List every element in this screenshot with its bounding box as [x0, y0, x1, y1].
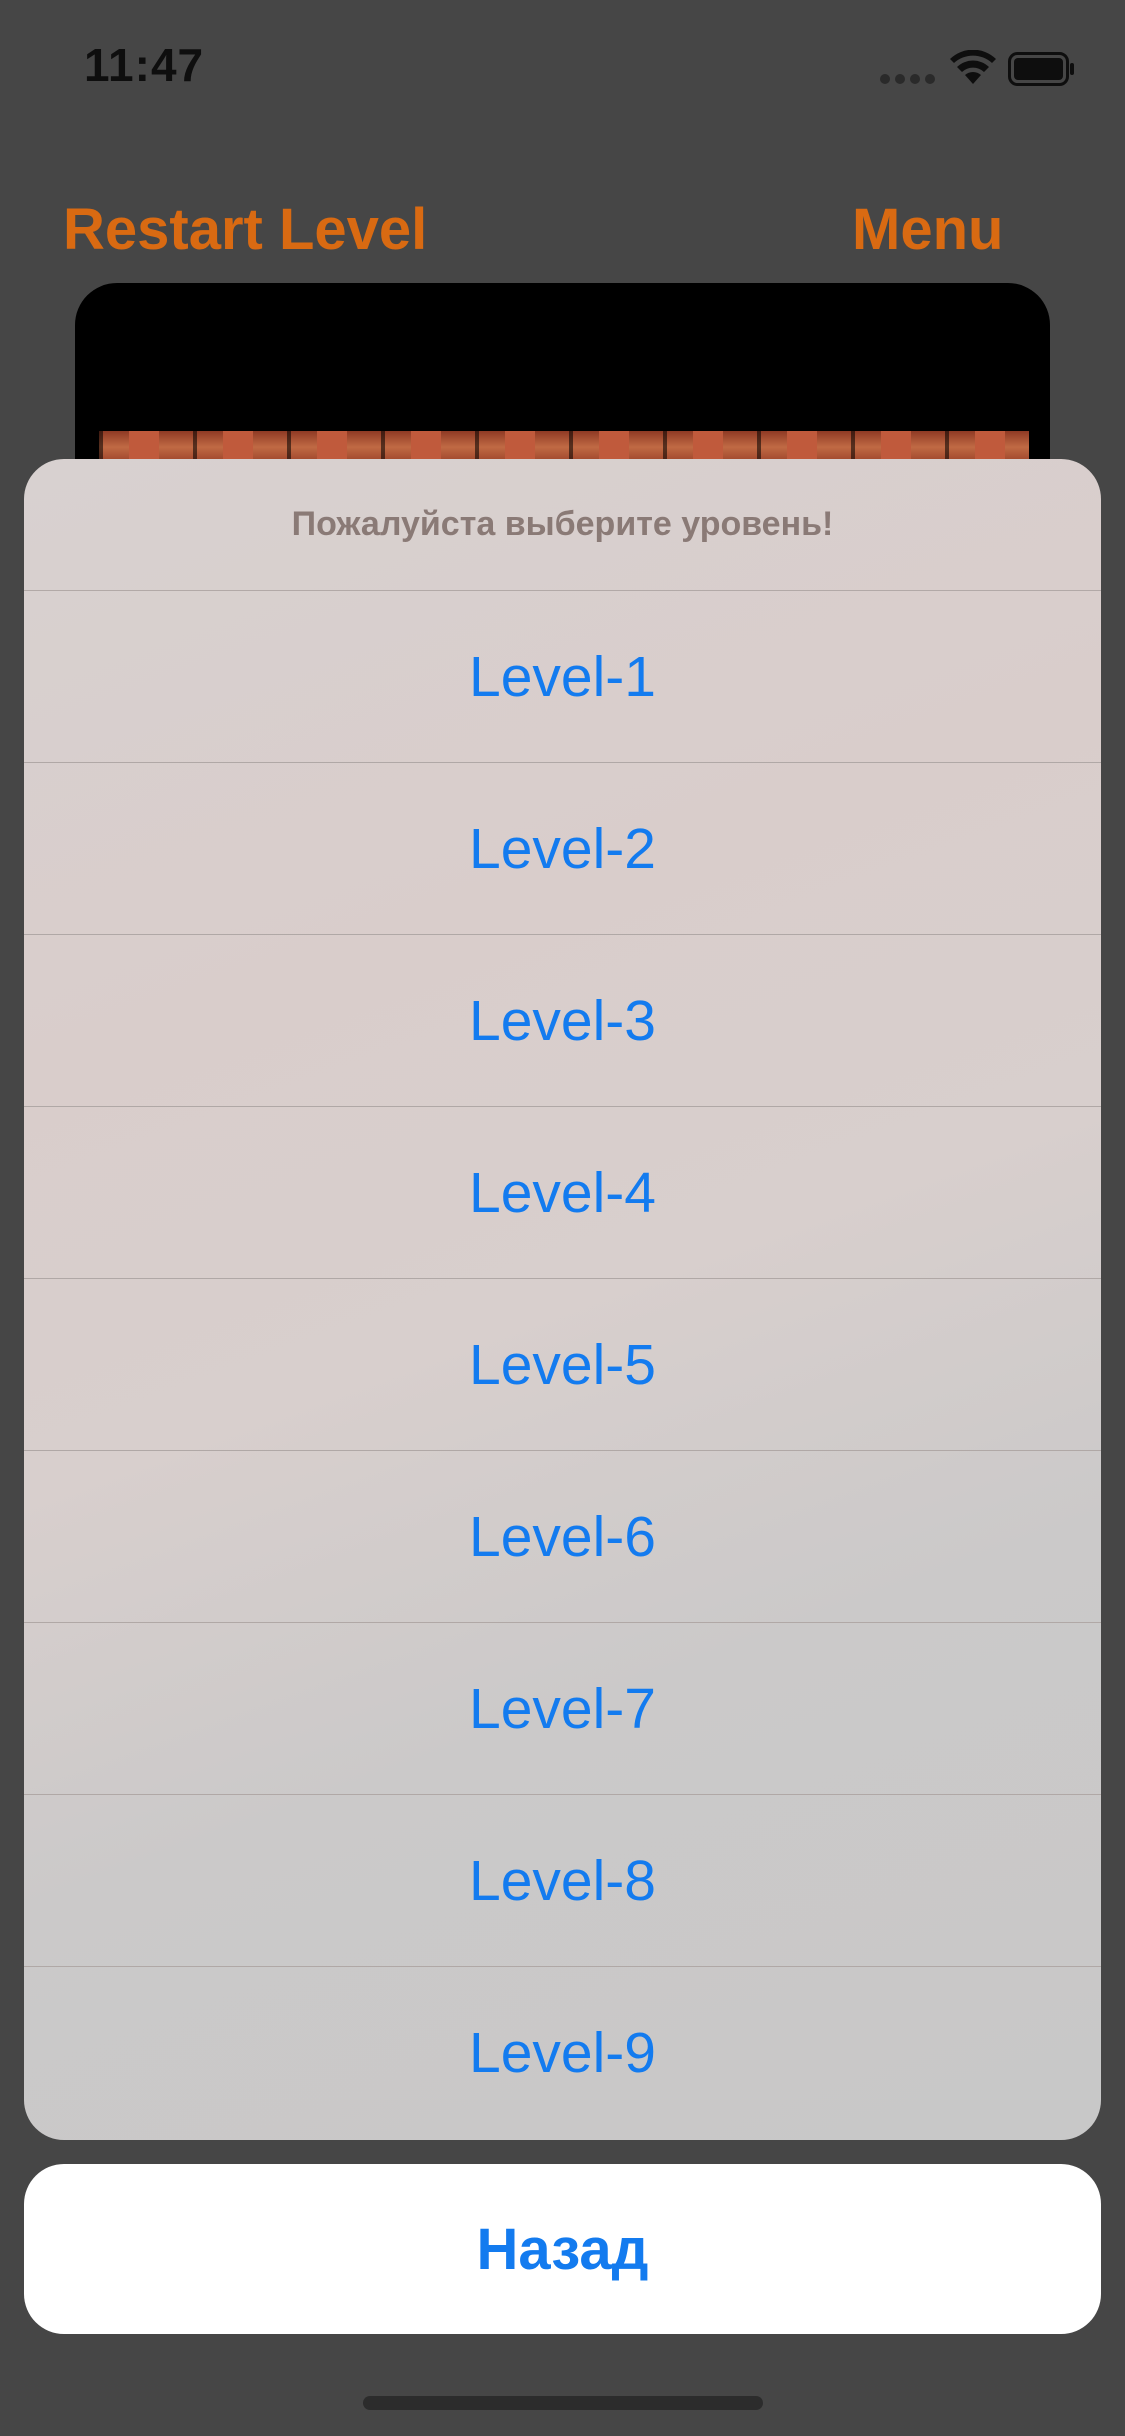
level-option-8[interactable]: Level-8	[24, 1795, 1101, 1967]
status-bar: 11:47	[0, 0, 1125, 140]
level-option-2[interactable]: Level-2	[24, 763, 1101, 935]
status-time: 11:47	[84, 39, 205, 91]
level-option-4[interactable]: Level-4	[24, 1107, 1101, 1279]
level-option-1[interactable]: Level-1	[24, 591, 1101, 763]
restart-level-button[interactable]: Restart Level	[63, 196, 427, 263]
signal-dots-icon	[880, 74, 936, 84]
wifi-icon	[950, 50, 996, 84]
action-sheet-title: Пожалуйста выберите уровень!	[24, 459, 1101, 591]
level-option-6[interactable]: Level-6	[24, 1451, 1101, 1623]
menu-button[interactable]: Menu	[852, 196, 1003, 263]
home-indicator[interactable]	[363, 2396, 763, 2410]
level-option-3[interactable]: Level-3	[24, 935, 1101, 1107]
level-option-7[interactable]: Level-7	[24, 1623, 1101, 1795]
level-action-sheet: Пожалуйста выберите уровень! Level-1 Lev…	[24, 459, 1101, 2140]
battery-icon	[1008, 52, 1074, 86]
level-option-5[interactable]: Level-5	[24, 1279, 1101, 1451]
cancel-button[interactable]: Назад	[24, 2164, 1101, 2334]
level-option-9[interactable]: Level-9	[24, 1967, 1101, 2139]
